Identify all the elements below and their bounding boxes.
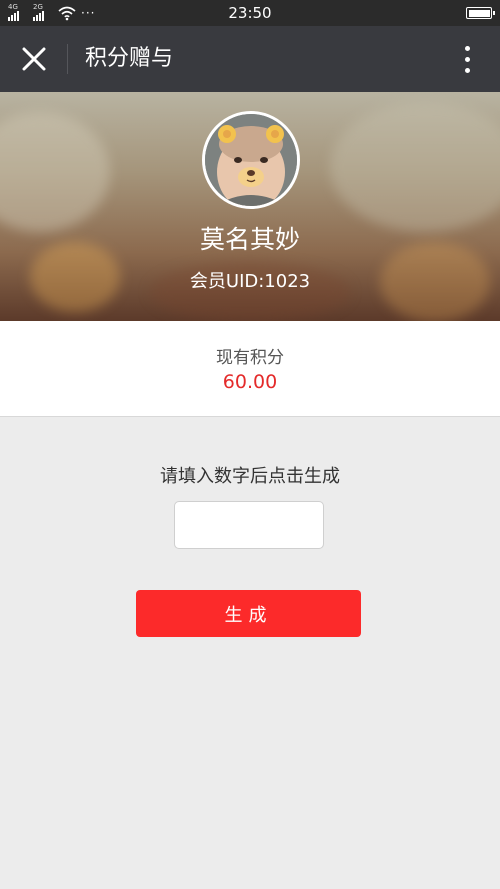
- generate-button[interactable]: 生成: [136, 590, 361, 637]
- close-button[interactable]: [12, 40, 56, 78]
- points-value: 60.00: [222, 371, 278, 393]
- profile-banner: 莫名其妙 会员UID:1023: [0, 92, 500, 321]
- avatar-image: [205, 114, 297, 206]
- nav-bar: 积分赠与: [0, 26, 500, 92]
- points-label: 现有积分: [216, 348, 284, 368]
- close-icon: [22, 47, 46, 71]
- status-time: 23:50: [228, 4, 272, 22]
- points-amount-input[interactable]: [174, 501, 324, 549]
- avatar[interactable]: [202, 111, 300, 209]
- points-card: 现有积分 60.00: [0, 321, 500, 417]
- user-uid: 会员UID:1023: [189, 271, 311, 292]
- nav-divider: [67, 44, 68, 74]
- battery-icon: [466, 7, 495, 19]
- more-vertical-icon: [464, 45, 470, 51]
- status-bar: 4G 2G ··· 23:50: [0, 0, 500, 26]
- more-menu-button[interactable]: [452, 40, 482, 78]
- user-name: 莫名其妙: [199, 225, 300, 254]
- input-hint: 请填入数字后点击生成: [160, 466, 340, 487]
- page-title: 积分赠与: [85, 46, 174, 71]
